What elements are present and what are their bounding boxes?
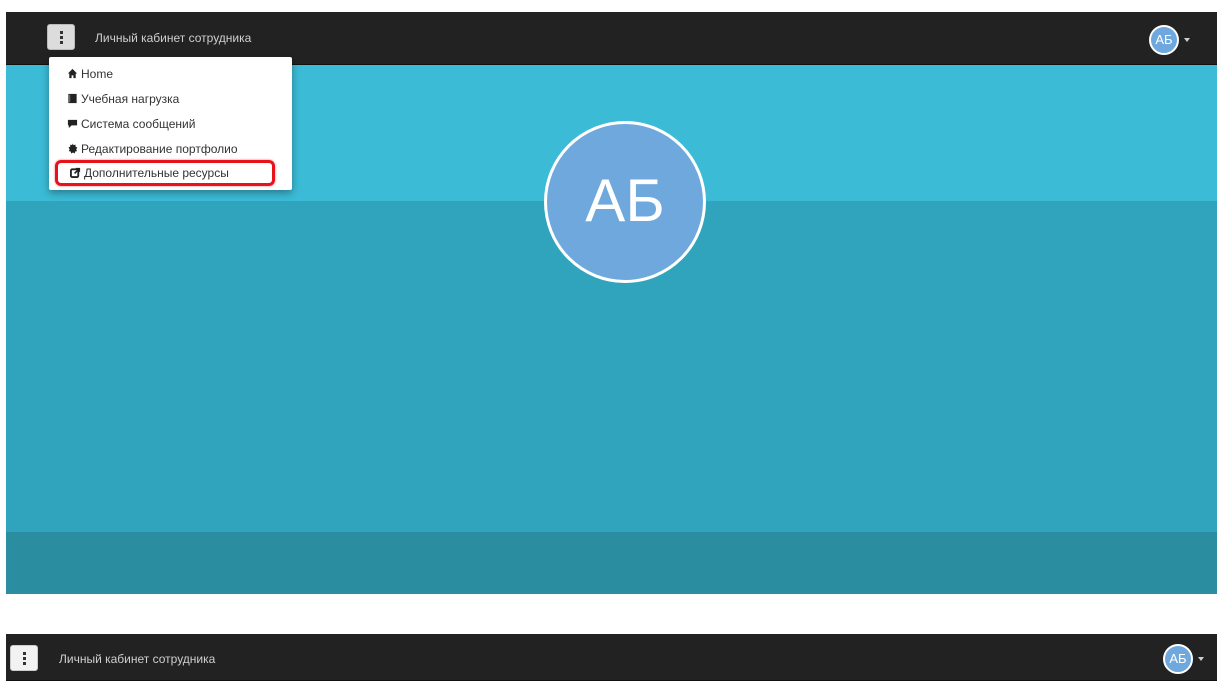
caret-down-icon[interactable]: [1198, 657, 1204, 661]
certificate-icon: [68, 143, 78, 154]
home-icon: [67, 68, 78, 79]
top-screen: АБ Личный кабинет сотрудника АБ Home Уче…: [6, 12, 1217, 594]
menu-item-teaching-load[interactable]: Учебная нагрузка: [67, 88, 179, 110]
comment-icon: [67, 119, 78, 129]
kebab-menu-icon: [23, 652, 26, 665]
menu-item-label: Home: [81, 67, 114, 81]
menu-item-messages[interactable]: Система сообщений: [67, 113, 195, 135]
bottom-screen: Личный кабинет сотрудника АБ: [6, 634, 1217, 681]
profile-avatar-large: АБ: [544, 121, 706, 283]
user-avatar[interactable]: АБ: [1163, 644, 1193, 674]
nav-title[interactable]: Личный кабинет сотрудника: [95, 31, 251, 45]
user-avatar[interactable]: АБ: [1149, 25, 1179, 55]
external-link-icon: [70, 167, 81, 178]
menu-item-edit-portfolio[interactable]: Редактирование портфолио: [67, 138, 238, 160]
menu-item-label: Дополнительные ресурсы: [84, 166, 229, 180]
menu-toggle-button[interactable]: [10, 645, 38, 671]
hero-bottom-band: [6, 532, 1217, 594]
main-menu-dropdown: Home Учебная нагрузка Система сообщений …: [49, 57, 292, 190]
menu-item-label: Система сообщений: [81, 117, 196, 131]
menu-item-home[interactable]: Home: [67, 63, 113, 85]
book-icon: [68, 93, 77, 104]
bottom-navbar: Личный кабинет сотрудника АБ: [6, 634, 1217, 681]
caret-down-icon[interactable]: [1184, 38, 1190, 42]
menu-item-label: Редактирование портфолио: [81, 142, 238, 156]
menu-item-label: Учебная нагрузка: [81, 92, 180, 106]
nav-title[interactable]: Личный кабинет сотрудника: [59, 652, 215, 666]
menu-item-additional-resources[interactable]: Дополнительные ресурсы: [55, 160, 275, 186]
kebab-menu-icon: [60, 31, 63, 44]
menu-toggle-button[interactable]: [47, 24, 75, 50]
